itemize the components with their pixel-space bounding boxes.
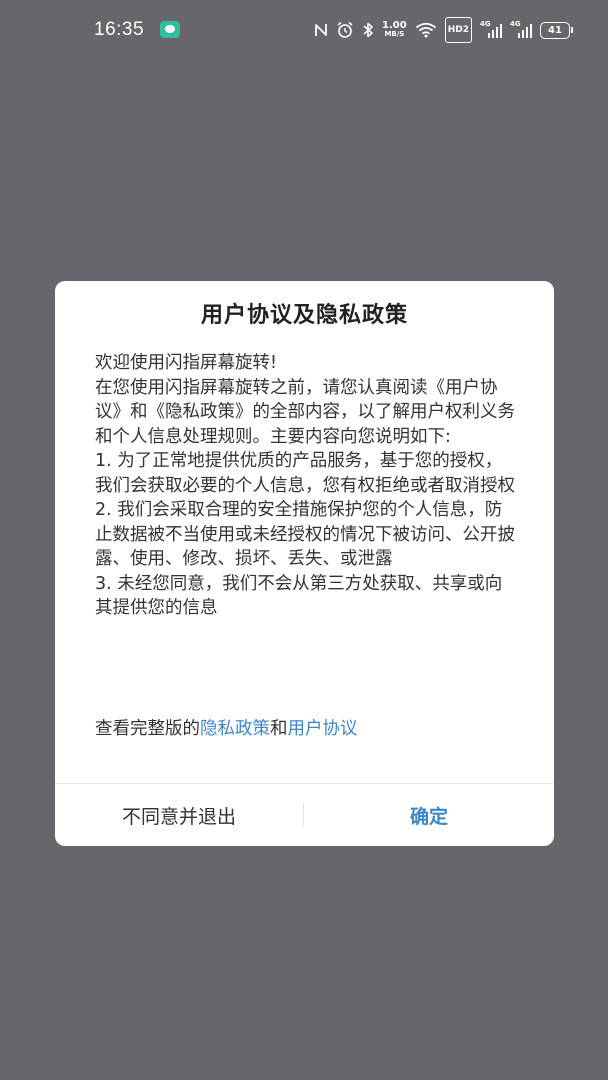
- privacy-dialog: 用户协议及隐私政策 欢迎使用闪指屏幕旋转! 在您使用闪指屏幕旋转之前，请您认真阅…: [55, 281, 554, 846]
- wifi-icon: [415, 19, 437, 41]
- welcome-text: 欢迎使用闪指屏幕旋转!: [95, 353, 278, 373]
- links-prefix: 查看完整版的: [95, 719, 200, 739]
- app-notification-icon: [160, 21, 180, 38]
- clause-1: 1. 为了正常地提供优质的产品服务，基于您的授权，我们会获取必要的个人信息，您有…: [95, 451, 515, 496]
- nfc-icon: [314, 19, 328, 41]
- alarm-icon: [336, 19, 354, 41]
- decline-exit-button[interactable]: 不同意并退出: [55, 784, 303, 846]
- clause-3: 3. 未经您同意，我们不会从第三方处获取、共享或向其提供您的信息: [95, 573, 503, 619]
- privacy-policy-link[interactable]: 隐私政策: [200, 719, 270, 739]
- dialog-body: 欢迎使用闪指屏幕旋转! 在您使用闪指屏幕旋转之前，请您认真阅读《用户协议》和《隐…: [95, 351, 515, 621]
- bluetooth-icon: [362, 19, 374, 41]
- user-agreement-link[interactable]: 用户协议: [288, 719, 358, 739]
- network-speed-value: 1.00: [382, 20, 407, 31]
- status-bar: 16:35 1.00 MB/S HD2 4G 4G 41: [0, 0, 608, 60]
- status-icons: 1.00 MB/S HD2 4G 4G 41: [314, 17, 573, 43]
- hd-voice-badge: HD2: [444, 17, 472, 43]
- full-version-links: 查看完整版的隐私政策和用户协议: [95, 717, 515, 741]
- intro-text: 在您使用闪指屏幕旋转之前，请您认真阅读《用户协议》和《隐私政策》的全部内容，以了…: [95, 377, 515, 447]
- links-conjunction: 和: [270, 719, 288, 739]
- network-speed: 1.00 MB/S: [382, 19, 407, 41]
- dialog-title: 用户协议及隐私政策: [200, 303, 408, 328]
- battery-icon: 41: [540, 21, 573, 39]
- status-time: 16:35: [94, 19, 145, 40]
- signal-icon: 4G: [510, 20, 532, 40]
- network-speed-unit: MB/S: [384, 30, 405, 38]
- signal-icon: 4G: [480, 20, 502, 40]
- clause-2: 2. 我们会采取合理的安全措施保护您的个人信息，防止数据被不当使用或未经授权的情…: [95, 500, 515, 569]
- confirm-button[interactable]: 确定: [304, 784, 554, 846]
